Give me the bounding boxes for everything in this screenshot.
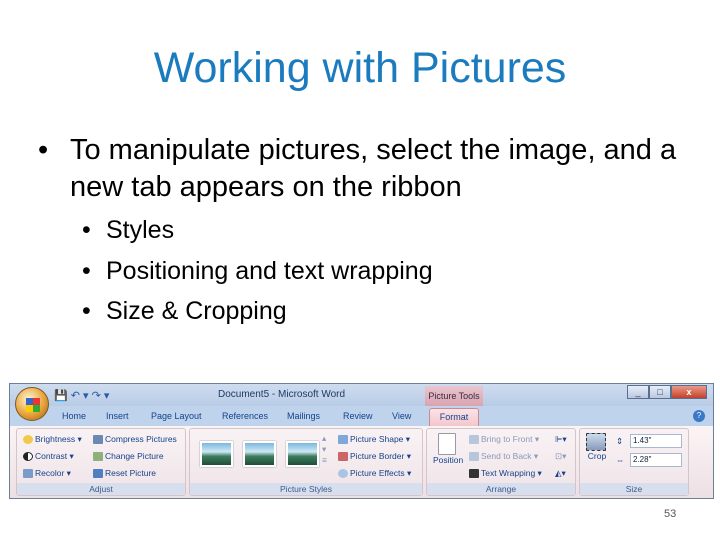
tab-view[interactable]: View bbox=[392, 411, 411, 421]
subbullet-styles: • Styles bbox=[82, 216, 175, 244]
group-icon[interactable]: ⊡▾ bbox=[555, 451, 566, 462]
quick-access-toolbar[interactable]: 💾 ↶ ▾ ↷ ▾ bbox=[54, 389, 109, 402]
align-icon[interactable]: ⊫▾ bbox=[555, 434, 567, 445]
group-label-arrange: Arrange bbox=[427, 483, 575, 495]
group-label-size: Size bbox=[580, 483, 688, 495]
picture-effects-button[interactable]: Picture Effects ▾ bbox=[338, 468, 411, 479]
page-number: 53 bbox=[664, 508, 677, 520]
group-arrange: Position Bring to Front ▾ Send to Back ▾… bbox=[426, 428, 576, 496]
tab-insert[interactable]: Insert bbox=[106, 411, 129, 421]
slide-title: Working with Pictures bbox=[153, 44, 567, 92]
group-adjust: Brightness ▾ Contrast ▾ Recolor ▾ Compre… bbox=[16, 428, 186, 496]
change-picture-icon bbox=[93, 452, 103, 462]
word-ribbon-screenshot: 💾 ↶ ▾ ↷ ▾ Document5 - Microsoft Word Pic… bbox=[9, 383, 714, 499]
compress-pictures-button[interactable]: Compress Pictures bbox=[93, 434, 177, 445]
picture-tools-label: Picture Tools bbox=[425, 386, 483, 406]
tab-mailings[interactable]: Mailings bbox=[287, 411, 320, 421]
crop-button[interactable]: Crop bbox=[586, 433, 608, 461]
office-button[interactable] bbox=[15, 387, 49, 421]
bring-front-icon bbox=[469, 435, 479, 445]
brightness-button[interactable]: Brightness ▾ bbox=[23, 434, 82, 445]
send-back-icon bbox=[469, 452, 479, 462]
recolor-button[interactable]: Recolor ▾ bbox=[23, 468, 71, 479]
tab-format[interactable]: Format bbox=[429, 408, 479, 426]
border-icon bbox=[338, 452, 348, 462]
tab-page-layout[interactable]: Page Layout bbox=[151, 411, 202, 421]
style-thumbnail[interactable] bbox=[200, 441, 233, 467]
group-picture-styles: ▴ ▾ ≡ Picture Shape ▾ Picture Border ▾ Pic… bbox=[189, 428, 423, 496]
effects-icon bbox=[338, 469, 348, 479]
contrast-icon bbox=[23, 452, 33, 462]
rotate-icon[interactable]: ◭▾ bbox=[555, 468, 566, 479]
width-input[interactable]: 2.28" bbox=[630, 453, 682, 467]
tab-review[interactable]: Review bbox=[343, 411, 373, 421]
group-label-adjust: Adjust bbox=[17, 483, 185, 495]
office-logo-icon bbox=[26, 398, 40, 412]
style-thumbnail[interactable] bbox=[286, 441, 319, 467]
style-thumbnail[interactable] bbox=[243, 441, 276, 467]
picture-border-button[interactable]: Picture Border ▾ bbox=[338, 451, 411, 462]
height-input[interactable]: 1.43" bbox=[630, 434, 682, 448]
recolor-icon bbox=[23, 469, 33, 479]
bring-to-front-button[interactable]: Bring to Front ▾ bbox=[469, 434, 539, 445]
picture-shape-button[interactable]: Picture Shape ▾ bbox=[338, 434, 410, 445]
reset-picture-button[interactable]: Reset Picture bbox=[93, 468, 156, 479]
window-title: Document5 - Microsoft Word bbox=[218, 389, 346, 400]
maximize-button[interactable]: □ bbox=[649, 385, 671, 399]
send-to-back-button[interactable]: Send to Back ▾ bbox=[469, 451, 538, 462]
close-button[interactable]: x bbox=[671, 385, 707, 399]
change-picture-button[interactable]: Change Picture bbox=[93, 451, 164, 462]
brightness-icon bbox=[23, 435, 33, 445]
text-wrap-icon bbox=[469, 469, 479, 479]
tab-home[interactable]: Home bbox=[62, 411, 86, 421]
title-bar: 💾 ↶ ▾ ↷ ▾ Document5 - Microsoft Word Pic… bbox=[10, 384, 713, 406]
minimize-button[interactable]: _ bbox=[627, 385, 649, 399]
crop-icon bbox=[586, 433, 606, 451]
gallery-scroll[interactable]: ▴ ▾ ≡ bbox=[322, 433, 327, 465]
reset-picture-icon bbox=[93, 469, 103, 479]
compress-icon bbox=[93, 435, 103, 445]
help-icon[interactable]: ? bbox=[693, 410, 705, 422]
bullet-main: • To manipulate pictures, select the imag… bbox=[38, 134, 677, 203]
subbullet-size: • Size & Cropping bbox=[82, 297, 287, 325]
contrast-button[interactable]: Contrast ▾ bbox=[23, 451, 74, 462]
subbullet-positioning: • Positioning and text wrapping bbox=[82, 257, 433, 285]
group-label-picture-styles: Picture Styles bbox=[190, 483, 422, 495]
group-size: Crop ⇕ 1.43" ⇔ 2.28" Size bbox=[579, 428, 689, 496]
position-icon bbox=[438, 433, 457, 455]
height-icon: ⇕ bbox=[616, 436, 624, 446]
text-wrapping-button[interactable]: Text Wrapping ▾ bbox=[469, 468, 542, 479]
tab-references[interactable]: References bbox=[222, 411, 268, 421]
shape-icon bbox=[338, 435, 348, 445]
width-icon: ⇔ bbox=[616, 455, 625, 465]
position-button[interactable]: Position bbox=[433, 433, 463, 465]
